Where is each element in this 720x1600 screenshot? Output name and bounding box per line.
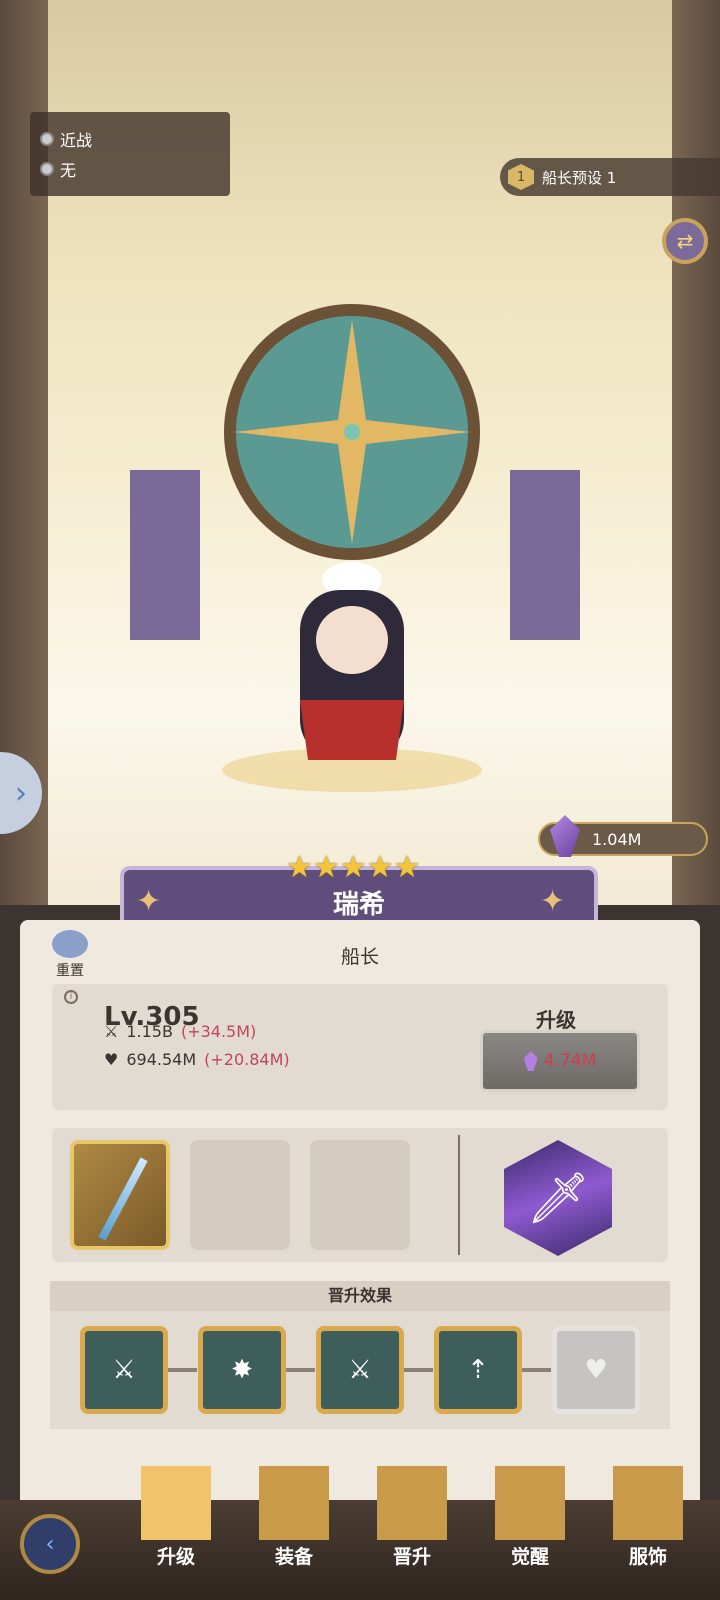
hero-name: 瑞希 [332, 889, 385, 920]
costume-tab-icon [613, 1466, 683, 1540]
nav-upgrade[interactable]: 升级 [126, 1466, 226, 1569]
promotion-node-speed-icon[interactable]: ⇡ [434, 1326, 522, 1414]
upgrade-title: 升级 [536, 1008, 576, 1032]
nav-promotion-label: 晋升 [392, 1546, 431, 1568]
attack-value: 1.15B [126, 1022, 173, 1041]
hero-stars: ★★★★★ [286, 850, 421, 885]
sword-icon [98, 1157, 148, 1241]
attack-bonus: (+34.5M) [180, 1022, 257, 1041]
info-icon[interactable]: i [64, 990, 78, 1004]
heart-icon: ♥ [104, 1050, 119, 1069]
compass-star-icon: ✦ [136, 884, 162, 919]
swap-arrows-icon[interactable]: ⇄ [662, 218, 708, 264]
upgrade-tab-icon [141, 1466, 211, 1540]
combat-info-panel: 近战 无 [30, 112, 230, 196]
nav-awaken[interactable]: 觉醒 [480, 1466, 580, 1569]
hp-value: 694.54M [126, 1050, 197, 1069]
back-arrow-icon[interactable]: ‹ [20, 1514, 80, 1574]
nav-equipment-label: 装备 [274, 1546, 313, 1568]
divider [458, 1135, 460, 1255]
node-link [165, 1368, 197, 1372]
preset-number-badge: 1 [508, 164, 534, 190]
sword-icon: ⚔ [104, 1022, 119, 1041]
element-label: 无 [60, 161, 77, 180]
compass-star-icon: ✦ [540, 884, 566, 919]
node-link [283, 1368, 315, 1372]
armor-slot[interactable] [190, 1140, 290, 1250]
hero-class: 船长 [340, 946, 379, 968]
weapon-slot[interactable] [70, 1140, 170, 1250]
awaken-tab-icon [495, 1466, 565, 1540]
nav-equipment[interactable]: 装备 [244, 1466, 344, 1569]
nav-costume[interactable]: 服饰 [598, 1466, 698, 1569]
attack-type-label: 近战 [60, 131, 93, 150]
promotion-title: 晋升效果 [50, 1281, 670, 1311]
attack-type-icon [40, 132, 54, 146]
preset-selector[interactable]: 1 船长预设 1 [500, 158, 720, 196]
attack-stat: ⚔ 1.15B (+34.5M) [104, 1022, 256, 1041]
nav-costume-label: 服饰 [628, 1546, 667, 1568]
nav-promotion[interactable]: 晋升 [362, 1466, 462, 1569]
hp-bonus: (+20.84M) [204, 1050, 290, 1069]
node-link [401, 1368, 433, 1372]
equipment-tab-icon [259, 1466, 329, 1540]
nav-awaken-label: 觉醒 [510, 1546, 549, 1568]
node-link [519, 1368, 551, 1372]
accessory-slot[interactable] [310, 1140, 410, 1250]
currency-amount: 1.04M [592, 829, 642, 849]
upgrade-cost: 4.74M [543, 1051, 597, 1071]
promotion-node-attack2-icon[interactable]: ⚔ [316, 1326, 404, 1414]
element-icon [40, 162, 54, 176]
preset-label: 船长预设 1 [542, 168, 617, 187]
nav-upgrade-label: 升级 [156, 1546, 195, 1568]
promotion-tab-icon [377, 1466, 447, 1540]
promotion-node-locked-heart-icon[interactable]: ♥ [552, 1326, 640, 1414]
promotion-node-attack-icon[interactable]: ⚔ [80, 1326, 168, 1414]
hp-stat: ♥ 694.54M (+20.84M) [104, 1050, 290, 1069]
purple-gem-icon [523, 1051, 538, 1071]
promotion-node-crit-icon[interactable]: ✸ [198, 1326, 286, 1414]
upgrade-button[interactable]: 4.74M [480, 1030, 640, 1092]
